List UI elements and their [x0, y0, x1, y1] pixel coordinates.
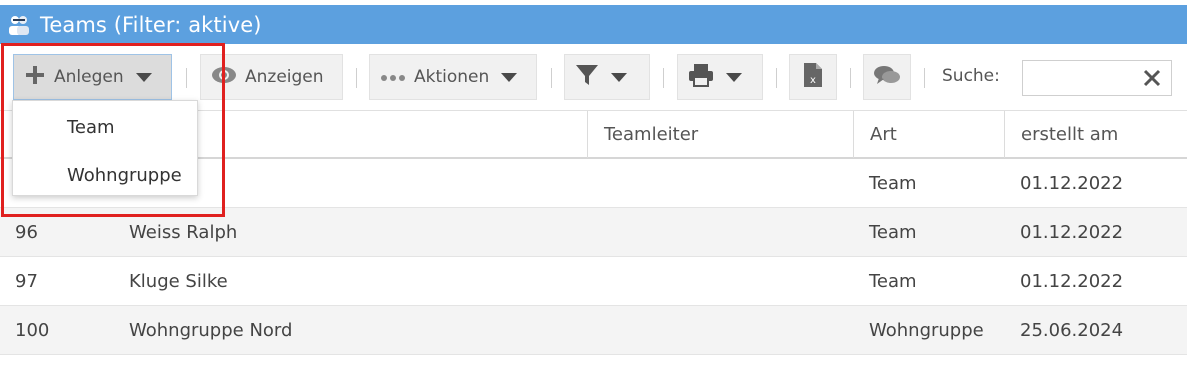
cell-id: 96: [15, 221, 38, 243]
toolbar-separator: [850, 68, 851, 88]
create-button[interactable]: Anlegen: [13, 54, 172, 100]
cell-created: 01.12.2022: [1020, 221, 1124, 243]
cell-id: 100: [15, 319, 50, 341]
comments-icon: [873, 64, 901, 91]
eye-icon: [211, 66, 237, 89]
close-icon[interactable]: [1141, 67, 1163, 89]
create-button-label: Anlegen: [54, 67, 124, 87]
menu-item-wohngruppe[interactable]: Wohngruppe: [13, 153, 197, 197]
view-button[interactable]: Anzeigen: [200, 54, 343, 100]
chevron-down-icon: [501, 72, 518, 82]
column-header-erstellt-am[interactable]: erstellt am: [1004, 111, 1187, 158]
cell-id: 97: [15, 270, 38, 292]
print-button[interactable]: [677, 54, 763, 100]
svg-text:x: x: [810, 75, 816, 86]
filter-button[interactable]: [564, 54, 650, 100]
filter-icon: [575, 63, 599, 92]
toolbar-separator: [186, 68, 187, 88]
comments-button[interactable]: [863, 54, 911, 100]
toolbar-separator: [776, 68, 777, 88]
search-input[interactable]: [1022, 60, 1172, 96]
column-header-teamleiter[interactable]: Teamleiter: [587, 111, 853, 158]
printer-icon: [688, 63, 714, 92]
cell-name: Wohngruppe Nord: [129, 319, 293, 341]
create-dropdown-menu: Team Wohngruppe: [12, 100, 198, 196]
chevron-down-icon: [611, 72, 627, 82]
menu-item-team[interactable]: Team: [13, 105, 197, 149]
chevron-down-icon: [135, 72, 152, 82]
toolbar-separator: [551, 68, 552, 88]
table-row[interactable]: 97 Kluge Silke Team 01.12.2022: [0, 257, 1187, 306]
excel-file-icon: x: [803, 62, 823, 93]
more-dots-icon: [380, 67, 406, 87]
toolbar-separator: [924, 68, 925, 88]
cell-type: Team: [869, 172, 917, 194]
toolbar-separator: [663, 68, 664, 88]
cell-type: Wohngruppe: [869, 319, 984, 341]
team-icon: [6, 12, 32, 38]
actions-button-label: Aktionen: [414, 67, 490, 87]
chevron-down-icon: [726, 72, 742, 82]
cell-name: Weiss Ralph: [129, 221, 238, 243]
cell-type: Team: [869, 221, 917, 243]
toolbar-separator: [356, 68, 357, 88]
actions-button[interactable]: Aktionen: [369, 54, 537, 100]
window-title: Teams (Filter: aktive): [40, 12, 262, 37]
excel-export-button[interactable]: x: [789, 54, 837, 100]
cell-name: Kluge Silke: [129, 270, 228, 292]
search-label: Suche:: [942, 66, 1000, 86]
table-row[interactable]: 100 Wohngruppe Nord Wohngruppe 25.06.202…: [0, 306, 1187, 355]
window-titlebar: Teams (Filter: aktive): [0, 5, 1187, 44]
cell-type: Team: [869, 270, 917, 292]
cell-created: 01.12.2022: [1020, 270, 1124, 292]
view-button-label: Anzeigen: [245, 67, 324, 87]
cell-created: 25.06.2024: [1020, 319, 1124, 341]
column-header-art[interactable]: Art: [853, 111, 1004, 158]
cell-created: 01.12.2022: [1020, 172, 1124, 194]
table-row[interactable]: 96 Weiss Ralph Team 01.12.2022: [0, 208, 1187, 257]
plus-icon: [24, 64, 46, 91]
